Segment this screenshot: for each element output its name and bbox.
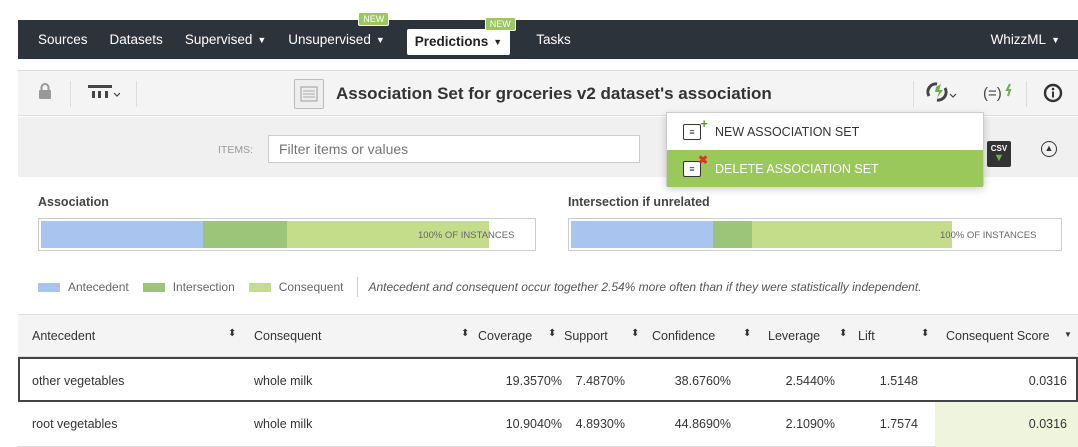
collapse-icon[interactable]: ▲: [1041, 141, 1057, 157]
nav-supervised[interactable]: Supervised ▼: [185, 20, 266, 59]
intersection-antecedent-segment: [571, 221, 713, 248]
cell-coverage: 19.3570%: [505, 374, 562, 388]
sort-icon[interactable]: ⬍: [461, 328, 469, 339]
new-association-set-item[interactable]: ≡ + NEW ASSOCIATION SET: [667, 113, 983, 150]
association-intersection-segment: [203, 221, 287, 248]
association-antecedent-segment: [41, 221, 203, 248]
association-set-icon: [294, 79, 324, 109]
formula-icon[interactable]: (=): [983, 82, 1017, 109]
caret-down-icon: ▼: [257, 34, 267, 45]
intersection-label: Intersection if unrelated: [568, 195, 710, 209]
col-lift[interactable]: Lift: [858, 329, 875, 343]
add-set-icon: ≡ +: [683, 116, 708, 140]
download-arrow-icon: ▼: [993, 152, 1005, 164]
info-icon[interactable]: [1043, 83, 1063, 108]
cell-leverage: 2.5440%: [785, 374, 835, 388]
nav-unsupervised[interactable]: Unsupervised ▼ NEW: [288, 12, 390, 59]
divider: [136, 81, 137, 107]
cell-antecedent: root vegetables: [32, 417, 118, 431]
new-badge: NEW: [358, 12, 390, 26]
cell-coverage: 10.9040%: [505, 417, 562, 431]
divider: [357, 277, 359, 297]
col-leverage[interactable]: Leverage: [768, 329, 820, 343]
new-badge: NEW: [484, 16, 516, 31]
actions-dropdown: ≡ + NEW ASSOCIATION SET ≡ ✖ DELETE ASSOCIA…: [666, 112, 984, 187]
sort-icon[interactable]: ⬍: [631, 328, 639, 339]
cell-support: 4.8930%: [575, 417, 625, 431]
sort-icon[interactable]: ⬍: [228, 328, 236, 339]
legend-consequent: Consequent: [248, 280, 343, 294]
cell-consequent-score: 0.0316: [1028, 374, 1067, 388]
col-consequent-score[interactable]: Consequent Score: [946, 329, 1050, 343]
nav-tasks[interactable]: Tasks: [536, 20, 571, 59]
intersection-pct-label: 100% OF INSTANCES: [940, 230, 1037, 241]
cell-confidence: 44.8690%: [674, 417, 731, 431]
svg-text:(=): (=): [983, 85, 1002, 102]
app-frame: Sources Datasets Supervised ▼ Unsupervise…: [18, 12, 1078, 447]
consequent-swatch: [248, 282, 271, 292]
filter-input[interactable]: [268, 135, 640, 163]
intersection-intersection-segment: [713, 221, 752, 248]
cell-confidence: 38.6760%: [674, 374, 731, 388]
sort-icon[interactable]: ⬍: [743, 328, 751, 339]
legend-intersection: Intersection: [142, 280, 235, 294]
cell-consequent-score: 0.0316: [1028, 417, 1067, 431]
sort-icon[interactable]: ⬍: [839, 328, 847, 339]
divider: [1026, 81, 1027, 107]
nav-predictions[interactable]: Predictions ▼ NEW: [406, 16, 516, 55]
model-tree-icon[interactable]: [88, 83, 121, 104]
actions-icon[interactable]: [926, 81, 960, 108]
title-group: Association Set for groceries v2 dataset…: [294, 79, 772, 109]
legend: Antecedent Intersection Consequent Antec…: [38, 277, 922, 297]
cell-lift: 1.7574: [879, 417, 918, 431]
page-title: Association Set for groceries v2 dataset…: [336, 84, 772, 103]
col-coverage[interactable]: Coverage: [478, 329, 532, 343]
col-confidence[interactable]: Confidence: [652, 329, 715, 343]
col-antecedent[interactable]: Antecedent: [32, 329, 95, 343]
association-label: Association: [38, 195, 109, 209]
delete-set-icon: ≡ ✖: [683, 153, 708, 177]
sort-icon[interactable]: ⬍: [548, 328, 556, 339]
sort-icon[interactable]: ⬍: [921, 328, 929, 339]
nav-datasets[interactable]: Datasets: [110, 20, 163, 59]
caret-down-icon: ▼: [1051, 34, 1060, 45]
caret-down-icon: ▼: [493, 36, 503, 47]
association-pct-label: 100% OF INSTANCES: [418, 230, 515, 241]
nav-sources[interactable]: Sources: [38, 20, 88, 59]
legend-antecedent: Antecedent: [38, 280, 129, 294]
sort-desc-icon[interactable]: ▼: [1064, 330, 1072, 339]
cell-leverage: 2.1090%: [785, 417, 835, 431]
nav-whizzml[interactable]: WhizzML ▼: [991, 20, 1060, 59]
table-row[interactable]: other vegetables whole milk 19.3570% 7.4…: [18, 357, 1078, 402]
delete-association-set-item[interactable]: ≡ ✖ DELETE ASSOCIATION SET: [667, 150, 983, 187]
col-consequent[interactable]: Consequent: [254, 329, 321, 343]
cell-consequent: whole milk: [254, 417, 313, 431]
antecedent-swatch: [38, 282, 60, 292]
intersection-swatch: [142, 282, 165, 292]
resource-titlebar: Association Set for groceries v2 dataset…: [18, 70, 1078, 116]
csv-download-button[interactable]: CSV ▼: [987, 141, 1011, 167]
cell-consequent: whole milk: [254, 374, 313, 388]
divider: [913, 81, 914, 107]
cell-lift: 1.5148: [879, 374, 918, 388]
legend-description: Antecedent and consequent occur together…: [368, 280, 922, 294]
intersection-consequent-segment: [752, 221, 952, 248]
top-navbar: Sources Datasets Supervised ▼ Unsupervise…: [18, 12, 1078, 59]
items-label: ITEMS:: [218, 144, 254, 156]
table-row[interactable]: root vegetables whole milk 10.9040% 4.89…: [18, 402, 1078, 447]
caret-down-icon: ▼: [375, 34, 385, 45]
cell-support: 7.4870%: [575, 374, 625, 388]
divider: [70, 81, 71, 107]
lock-icon[interactable]: [38, 83, 52, 104]
cell-antecedent: other vegetables: [32, 374, 125, 388]
table-header: Antecedent ⬍ Consequent ⬍ Coverage ⬍ Sup…: [18, 314, 1078, 357]
col-support[interactable]: Support: [564, 329, 608, 343]
